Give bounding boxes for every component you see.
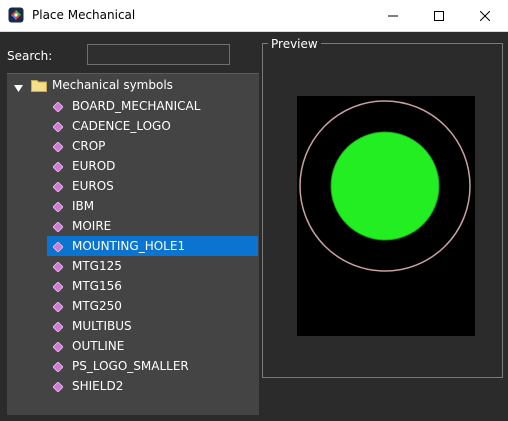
inner-hole [330, 131, 440, 241]
symbol-icon [52, 221, 64, 235]
tree-item[interactable]: SHIELD2 [47, 376, 258, 396]
symbol-icon [52, 301, 64, 315]
tree-root-mechanical-symbols[interactable]: Mechanical symbols [7, 76, 259, 94]
symbol-icon [52, 261, 64, 275]
symbol-icon [52, 121, 64, 135]
window-title: Place Mechanical [32, 8, 136, 22]
tree-item-label: MOUNTING_HOLE1 [72, 239, 186, 253]
symbol-icon [52, 101, 64, 115]
tree-item-label: OUTLINE [72, 339, 125, 353]
symbol-icon [52, 241, 64, 255]
minimize-icon [388, 15, 398, 16]
tree-item[interactable]: PS_LOGO_SMALLER [47, 356, 258, 376]
tree-item-label: MTG250 [72, 299, 122, 313]
folder-icon [31, 79, 47, 95]
tree-item-label: BOARD_MECHANICAL [72, 99, 201, 113]
maximize-button[interactable] [416, 0, 462, 31]
tree-item[interactable]: MOUNTING_HOLE1 [47, 236, 258, 256]
maximize-icon [434, 10, 444, 21]
tree-item-label: EUROD [72, 159, 116, 173]
symbol-icon [52, 281, 64, 295]
symbol-icon [52, 341, 64, 355]
symbol-icon [52, 381, 64, 395]
tree-item[interactable]: IBM [47, 196, 258, 216]
search-label: Search: [7, 49, 53, 63]
symbol-icon [52, 141, 64, 155]
tree-item[interactable]: MTG125 [47, 256, 258, 276]
tree-item-label: PS_LOGO_SMALLER [72, 359, 189, 373]
tree-item-label: MULTIBUS [72, 319, 132, 333]
tree-item-label: MTG156 [72, 279, 122, 293]
tree-item[interactable]: BOARD_MECHANICAL [47, 96, 258, 116]
tree-item-label: SHIELD2 [72, 379, 124, 393]
tree-item-label: MTG125 [72, 259, 122, 273]
symbol-tree[interactable]: Mechanical symbols BOARD_MECHANICAL CADEN… [7, 73, 259, 415]
close-icon [480, 10, 490, 21]
app-icon [8, 7, 24, 23]
tree-item[interactable]: MOIRE [47, 216, 258, 236]
tree-item[interactable]: EUROD [47, 156, 258, 176]
close-button[interactable] [462, 0, 508, 31]
tree-item-label: CROP [72, 139, 106, 153]
preview-label: Preview [268, 37, 321, 51]
tree-item[interactable]: MULTIBUS [47, 316, 258, 336]
tree-item-label: IBM [72, 199, 95, 213]
expand-arrow-icon[interactable] [14, 81, 23, 95]
tree-item[interactable]: CADENCE_LOGO [47, 116, 258, 136]
tree-item-label: MOIRE [72, 219, 112, 233]
title-bar[interactable]: Place Mechanical [0, 0, 508, 32]
tree-item[interactable]: MTG250 [47, 296, 258, 316]
tree-item[interactable]: OUTLINE [47, 336, 258, 356]
symbol-icon [52, 201, 64, 215]
search-input[interactable] [87, 44, 230, 65]
symbol-icon [52, 181, 64, 195]
symbol-icon [52, 361, 64, 375]
tree-item[interactable]: MTG156 [47, 276, 258, 296]
tree-item[interactable]: CROP [47, 136, 258, 156]
tree-item-label: CADENCE_LOGO [72, 119, 171, 133]
symbol-icon [52, 321, 64, 335]
tree-item[interactable]: EUROS [47, 176, 258, 196]
symbol-icon [52, 161, 64, 175]
tree-root-label: Mechanical symbols [52, 78, 173, 92]
place-mechanical-dialog: Place Mechanical Search: Mechanical symb… [0, 0, 508, 421]
tree-item-label: EUROS [72, 179, 114, 193]
minimize-button[interactable] [370, 0, 416, 31]
preview-canvas [297, 96, 475, 336]
